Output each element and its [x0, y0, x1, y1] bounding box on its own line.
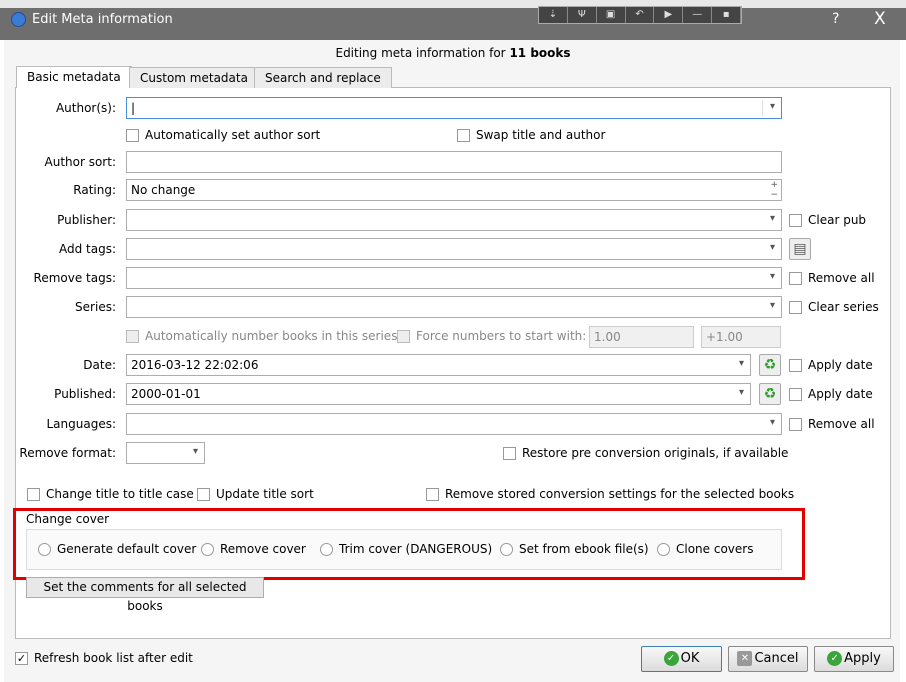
remove-all-languages-checkbox[interactable]: Remove all	[789, 417, 875, 431]
restore-pre-conversion-checkbox[interactable]: Restore pre conversion originals, if ava…	[503, 446, 788, 460]
published-input[interactable]: 2000-01-01	[126, 383, 751, 405]
radio-trim-cover[interactable]: Trim cover (DANGEROUS)	[320, 542, 492, 556]
window-toolbox: ⇣ Ψ ▣ ↶ ▶ — ▪	[538, 6, 742, 24]
check-icon: ✓	[827, 651, 843, 666]
date-label: Date:	[83, 358, 116, 372]
recycle-icon: ♻	[763, 357, 777, 373]
remove-tags-input[interactable]	[126, 267, 782, 289]
change-cover-label: Change cover	[26, 512, 110, 526]
radio-clone-covers[interactable]: Clone covers	[657, 542, 753, 556]
languages-label: Languages:	[46, 417, 116, 431]
rating-label: Rating:	[73, 183, 116, 197]
check-icon: ✓	[663, 651, 679, 666]
app-icon	[11, 12, 26, 27]
tab-custom-metadata[interactable]: Custom metadata	[129, 67, 259, 88]
languages-input[interactable]	[126, 413, 782, 435]
remove-conversion-settings-checkbox[interactable]: Remove stored conversion settings for th…	[426, 487, 794, 501]
toolbox-button[interactable]: Ψ	[568, 7, 597, 23]
radio-remove-cover[interactable]: Remove cover	[201, 542, 306, 556]
auto-number-checkbox[interactable]: Automatically number books in this serie…	[126, 329, 397, 343]
reset-date-button[interactable]: ♻	[759, 354, 781, 376]
title-case-checkbox[interactable]: Change title to title case	[27, 487, 194, 501]
tab-search-replace[interactable]: Search and replace	[254, 67, 392, 88]
toolbox-button[interactable]: —	[683, 7, 713, 23]
radio-set-from-ebook[interactable]: Set from ebook file(s)	[500, 542, 649, 556]
add-tags-input[interactable]	[126, 238, 782, 260]
document-icon: ▤	[793, 241, 807, 257]
publisher-input[interactable]	[126, 209, 782, 231]
refresh-book-list-checkbox[interactable]: ✓ Refresh book list after edit	[15, 651, 193, 665]
tag-editor-button[interactable]: ▤	[789, 238, 811, 260]
close-button[interactable]: X	[874, 9, 886, 29]
author-sort-label: Author sort:	[44, 155, 117, 169]
tab-basic-metadata[interactable]: Basic metadata	[16, 66, 132, 88]
recycle-icon: ♻	[763, 386, 777, 402]
apply-button[interactable]: ✓ Apply	[814, 646, 894, 672]
auto-author-sort-checkbox[interactable]: Automatically set author sort	[126, 128, 320, 142]
remove-format-label: Remove format:	[19, 446, 116, 460]
update-title-sort-checkbox[interactable]: Update title sort	[197, 487, 314, 501]
x-icon: ✕	[737, 651, 753, 666]
swap-title-author-checkbox[interactable]: Swap title and author	[457, 128, 605, 142]
series-label: Series:	[75, 300, 116, 314]
radio-generate-default-cover[interactable]: Generate default cover	[38, 542, 196, 556]
start-number-spinbox[interactable]: 1.00	[589, 326, 694, 348]
spin-arrows-icon[interactable]: + −	[770, 180, 778, 200]
remove-all-tags-checkbox[interactable]: Remove all	[789, 271, 875, 285]
publisher-label: Publisher:	[57, 213, 116, 227]
toolbox-button[interactable]: ▶	[654, 7, 684, 23]
checkmark-icon: ✓	[15, 652, 28, 665]
published-label: Published:	[54, 387, 116, 401]
cancel-button[interactable]: ✕ Cancel	[728, 646, 808, 672]
toolbox-button[interactable]: ▣	[597, 7, 626, 23]
help-button[interactable]: ?	[832, 11, 839, 27]
rating-spinbox[interactable]: No change + −	[126, 179, 782, 201]
window-title: Edit Meta information	[32, 12, 173, 27]
toolbox-button[interactable]: ⇣	[539, 7, 568, 23]
apply-published-checkbox[interactable]: Apply date	[789, 387, 873, 401]
series-input[interactable]	[126, 296, 782, 318]
toolbox-button[interactable]: ▪	[712, 7, 742, 23]
clear-pub-checkbox[interactable]: Clear pub	[789, 213, 866, 227]
reset-published-button[interactable]: ♻	[759, 383, 781, 405]
heading: Editing meta information for 11 books	[335, 46, 571, 60]
authors-label: Author(s):	[55, 101, 116, 115]
set-comments-button[interactable]: Set the comments for all selected books	[26, 577, 264, 613]
date-input[interactable]: 2016-03-12 22:02:06	[126, 354, 751, 376]
remove-tags-label: Remove tags:	[33, 271, 116, 285]
remove-format-select[interactable]	[126, 442, 205, 464]
apply-date-checkbox[interactable]: Apply date	[789, 358, 873, 372]
add-tags-label: Add tags:	[58, 242, 116, 256]
increment-spinbox[interactable]: +1.00	[701, 326, 781, 348]
author-sort-input[interactable]	[126, 151, 782, 173]
authors-input[interactable]: |	[126, 97, 782, 119]
force-numbers-checkbox[interactable]: Force numbers to start with:	[397, 329, 586, 343]
toolbox-button[interactable]: ↶	[626, 7, 655, 23]
ok-button[interactable]: ✓ OK	[641, 646, 722, 672]
clear-series-checkbox[interactable]: Clear series	[789, 300, 879, 314]
